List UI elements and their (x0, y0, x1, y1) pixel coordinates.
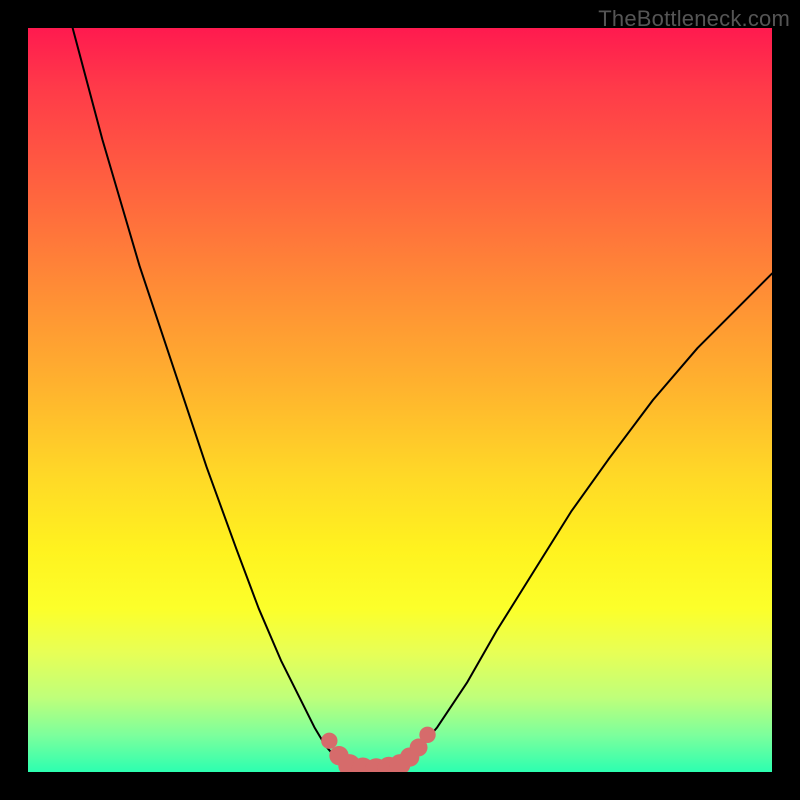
watermark-text: TheBottleneck.com (598, 6, 790, 32)
marker-point (321, 733, 337, 749)
curve-lines (73, 28, 772, 769)
marker-point (419, 727, 435, 743)
chart-svg (28, 28, 772, 772)
valley-markers (321, 727, 436, 772)
chart-frame: TheBottleneck.com (0, 0, 800, 800)
plot-area (28, 28, 772, 772)
series-right-curve (400, 274, 772, 767)
series-left-curve (73, 28, 348, 766)
